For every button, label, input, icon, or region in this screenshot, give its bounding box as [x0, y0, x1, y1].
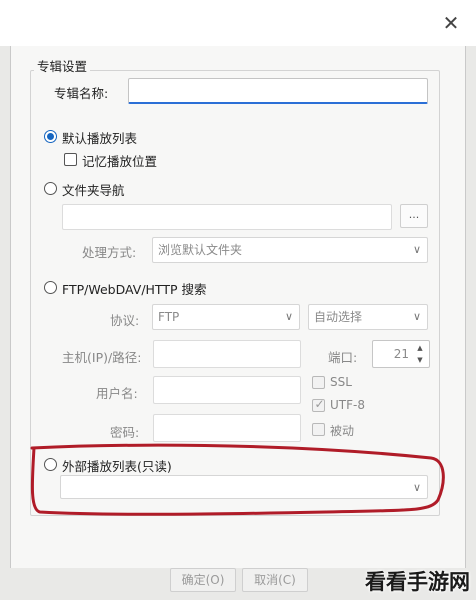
close-icon[interactable]: ✕: [440, 12, 462, 34]
default-playlist-radio[interactable]: [44, 130, 57, 143]
port-label: 端口:: [328, 350, 358, 365]
album-name-label: 专辑名称:: [54, 86, 109, 101]
processing-select[interactable]: 浏览默认文件夹 ∨: [152, 237, 428, 263]
remember-position-checkbox[interactable]: [64, 153, 77, 166]
protocol-label: 协议:: [110, 313, 140, 328]
encoding-value: 自动选择: [314, 310, 363, 324]
spin-up-icon[interactable]: ▲: [413, 342, 427, 354]
chevron-down-icon: ∨: [284, 310, 293, 323]
chevron-down-icon: ∨: [412, 243, 421, 256]
host-label: 主机(IP)/路径:: [62, 350, 142, 365]
username-label: 用户名:: [96, 386, 138, 401]
chevron-down-icon: ∨: [412, 310, 421, 323]
ok-button[interactable]: 确定(O): [170, 568, 236, 592]
cancel-button[interactable]: 取消(C): [242, 568, 308, 592]
protocol-value: FTP: [158, 310, 180, 324]
watermark-logo: 看看手游网: [365, 570, 470, 594]
port-spinner[interactable]: 21 ▲ ▼: [372, 340, 430, 368]
username-input[interactable]: [153, 376, 301, 404]
port-value: 21: [393, 347, 409, 361]
group-title: 专辑设置: [34, 56, 91, 75]
album-name-input[interactable]: [128, 78, 428, 104]
passive-checkbox[interactable]: [312, 423, 325, 436]
processing-label: 处理方式:: [82, 245, 137, 260]
red-annotation-outline: [30, 443, 445, 516]
passive-label: 被动: [330, 424, 355, 438]
folder-path-input[interactable]: [62, 204, 392, 230]
folder-nav-label: 文件夹导航: [62, 183, 125, 198]
ssl-label: SSL: [330, 375, 352, 389]
password-input[interactable]: [153, 414, 301, 442]
utf8-label: UTF-8: [330, 398, 365, 412]
password-label: 密码:: [110, 425, 140, 440]
encoding-select[interactable]: 自动选择 ∨: [308, 304, 428, 330]
protocol-select[interactable]: FTP ∨: [152, 304, 300, 330]
remote-search-radio[interactable]: [44, 281, 57, 294]
remote-search-label: FTP/WebDAV/HTTP 搜索: [62, 282, 207, 297]
remember-position-label: 记忆播放位置: [82, 154, 158, 169]
folder-nav-radio[interactable]: [44, 182, 57, 195]
browse-button[interactable]: ...: [400, 204, 428, 228]
default-playlist-label: 默认播放列表: [62, 131, 138, 146]
spin-down-icon[interactable]: ▼: [413, 354, 427, 366]
utf8-checkbox[interactable]: [312, 397, 326, 412]
title-bar: [0, 0, 476, 46]
ssl-checkbox[interactable]: [312, 376, 325, 389]
host-input[interactable]: [153, 340, 301, 368]
processing-value: 浏览默认文件夹: [158, 243, 243, 257]
